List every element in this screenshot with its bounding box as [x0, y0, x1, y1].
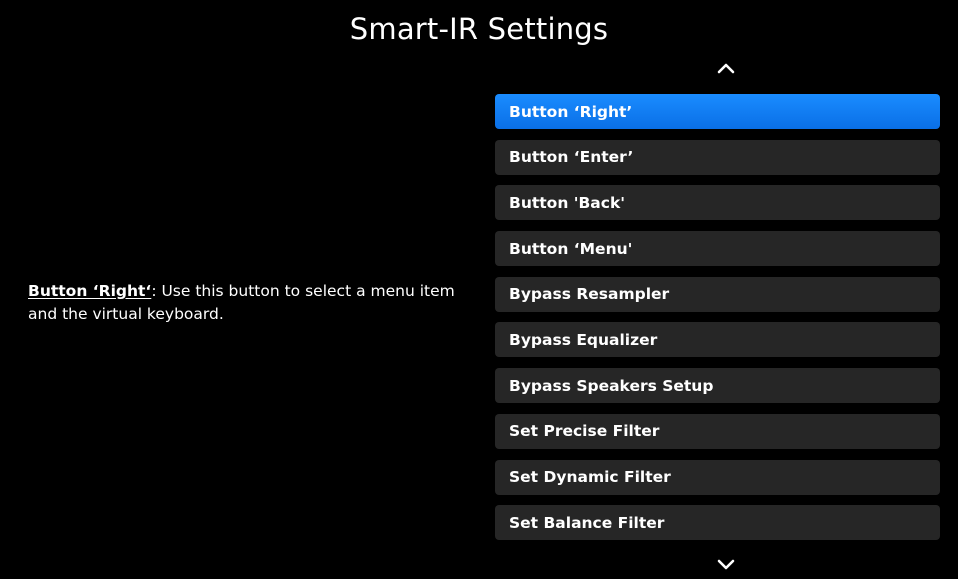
description-term: Button ‘Right‘ — [28, 282, 152, 300]
menu-item-set-balance-filter[interactable]: Set Balance Filter — [495, 505, 940, 541]
item-description: Button ‘Right‘: Use this button to selec… — [28, 280, 468, 326]
menu-item-button-right[interactable]: Button ‘Right’ — [495, 94, 940, 129]
menu-item-bypass-speakers-setup[interactable]: Bypass Speakers Setup — [495, 368, 940, 404]
menu-item-label: Button 'Back' — [509, 193, 626, 212]
scroll-down-button[interactable] — [713, 556, 739, 572]
settings-menu: Button ‘Right’ Button ‘Enter’ Button 'Ba… — [495, 94, 940, 551]
menu-item-label: Bypass Equalizer — [509, 330, 658, 349]
menu-item-button-enter[interactable]: Button ‘Enter’ — [495, 139, 940, 175]
menu-item-set-dynamic-filter[interactable]: Set Dynamic Filter — [495, 459, 940, 495]
menu-item-label: Button ‘Menu' — [509, 239, 633, 258]
menu-item-label: Bypass Resampler — [509, 285, 670, 304]
menu-item-label: Button ‘Enter’ — [509, 148, 634, 167]
menu-item-bypass-equalizer[interactable]: Bypass Equalizer — [495, 322, 940, 358]
menu-item-label: Set Dynamic Filter — [509, 468, 671, 486]
menu-item-label: Bypass Speakers Setup — [509, 376, 714, 395]
scroll-up-button[interactable] — [713, 60, 739, 76]
menu-item-bypass-resampler[interactable]: Bypass Resampler — [495, 276, 940, 312]
chevron-down-icon — [717, 559, 735, 569]
menu-item-button-menu[interactable]: Button ‘Menu' — [495, 231, 940, 267]
chevron-up-icon — [717, 63, 735, 73]
menu-item-label: Button ‘Right’ — [509, 102, 633, 121]
page-title: Smart-IR Settings — [349, 12, 609, 46]
menu-item-button-back[interactable]: Button 'Back' — [495, 185, 940, 221]
menu-item-label: Set Balance Filter — [509, 513, 665, 532]
menu-item-set-precise-filter[interactable]: Set Precise Filter — [495, 413, 940, 449]
menu-item-label: Set Precise Filter — [509, 422, 660, 441]
